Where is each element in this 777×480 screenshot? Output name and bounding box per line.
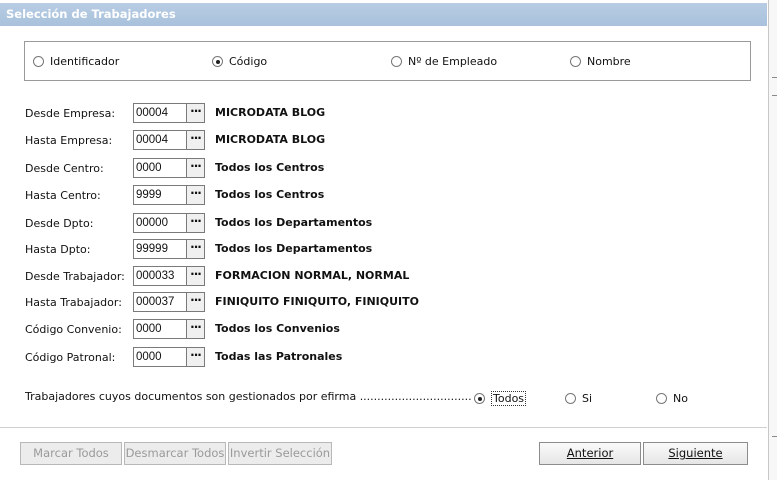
- lookup-button[interactable]: ···: [186, 158, 205, 178]
- radio-codigo[interactable]: Código: [212, 55, 267, 68]
- radio-nombre[interactable]: Nombre: [570, 55, 631, 68]
- radio-label: Todos: [491, 391, 527, 406]
- radio-label: No: [673, 392, 688, 405]
- invert-selection-button[interactable]: Invertir Selección: [228, 442, 332, 465]
- filter-row-hasta-empresa: Hasta Empresa: 00004 ··· MICRODATA BLOG: [25, 130, 725, 150]
- filter-description: FORMACION NORMAL, NORMAL: [215, 269, 410, 282]
- filter-description: FINIQUITO FINIQUITO, FINIQUITO: [215, 295, 420, 308]
- radio-indicator-selected: [212, 56, 223, 67]
- next-button-label: Siguiente: [668, 446, 723, 460]
- radio-indicator: [570, 56, 581, 67]
- lookup-button[interactable]: ···: [186, 185, 205, 205]
- filter-label: Desde Trabajador:: [25, 270, 125, 283]
- radio-label: Si: [582, 392, 593, 405]
- radio-label: Nombre: [587, 55, 631, 68]
- next-button[interactable]: Siguiente: [643, 442, 748, 465]
- filter-description: Todos los Departamentos: [215, 216, 373, 229]
- previous-button-label: Anterior: [566, 446, 614, 460]
- previous-button[interactable]: Anterior: [539, 442, 641, 465]
- filter-label: Hasta Dpto:: [25, 243, 91, 256]
- lookup-button[interactable]: ···: [186, 239, 205, 259]
- edge-tick: [772, 95, 777, 96]
- filter-row-desde-centro: Desde Centro: 0000 ··· Todos los Centros: [25, 158, 725, 178]
- filter-label: Desde Empresa:: [25, 107, 116, 120]
- radio-indicator: [391, 56, 402, 67]
- edge-tick: [772, 77, 777, 78]
- radio-efirma-no[interactable]: No: [656, 392, 688, 405]
- filter-description: Todos los Centros: [215, 188, 325, 201]
- filter-row-desde-trabajador: Desde Trabajador: 000033 ··· FORMACION N…: [25, 266, 725, 286]
- lookup-button[interactable]: ···: [186, 319, 205, 339]
- lookup-button[interactable]: ···: [186, 347, 205, 367]
- radio-label: Nº de Empleado: [408, 55, 498, 68]
- mark-all-button[interactable]: Marcar Todos: [20, 442, 122, 465]
- filter-label: Desde Dpto:: [25, 217, 94, 230]
- lookup-button[interactable]: ···: [186, 213, 205, 233]
- order-by-group: Identificador Código Nº de Empleado Nomb…: [24, 41, 751, 81]
- filter-description: MICRODATA BLOG: [215, 106, 326, 119]
- radio-label: Identificador: [50, 55, 120, 68]
- filter-label: Hasta Centro:: [25, 189, 101, 202]
- right-edge-panel: [768, 0, 777, 480]
- edge-tick: [772, 436, 777, 437]
- footer-separator: [0, 427, 767, 428]
- radio-indicator: [33, 56, 44, 67]
- filter-row-hasta-centro: Hasta Centro: 9999 ··· Todos los Centros: [25, 185, 725, 205]
- filter-label: Hasta Empresa:: [25, 134, 113, 147]
- filter-row-hasta-dpto: Hasta Dpto: 99999 ··· Todos los Departam…: [25, 239, 725, 259]
- filter-description: MICRODATA BLOG: [215, 133, 326, 146]
- lookup-button[interactable]: ···: [186, 266, 205, 286]
- filter-row-hasta-trabajador: Hasta Trabajador: 000037 ··· FINIQUITO F…: [25, 292, 725, 312]
- worker-selection-window: Selección de Trabajadores Identificador …: [0, 0, 777, 480]
- filter-label: Desde Centro:: [25, 162, 104, 175]
- filter-description: Todas las Patronales: [215, 350, 343, 363]
- filter-row-desde-empresa: Desde Empresa: 00004 ··· MICRODATA BLOG: [25, 103, 725, 123]
- radio-indicator-selected: [474, 393, 485, 404]
- lookup-button[interactable]: ···: [186, 103, 205, 123]
- filter-label: Hasta Trabajador:: [25, 296, 122, 309]
- radio-efirma-si[interactable]: Si: [565, 392, 592, 405]
- window-title: Selección de Trabajadores: [0, 3, 767, 26]
- unmark-all-button[interactable]: Desmarcar Todos: [124, 442, 226, 465]
- radio-indicator: [565, 393, 576, 404]
- lookup-button[interactable]: ···: [186, 292, 205, 312]
- radio-indicator: [656, 393, 667, 404]
- filter-label: Código Convenio:: [25, 323, 122, 336]
- radio-numero-empleado[interactable]: Nº de Empleado: [391, 55, 497, 68]
- radio-label: Código: [229, 55, 268, 68]
- efirma-label: Trabajadores cuyos documentos son gestio…: [25, 390, 472, 403]
- filter-row-codigo-patronal: Código Patronal: 0000 ··· Todas las Patr…: [25, 347, 725, 367]
- radio-efirma-todos[interactable]: Todos: [474, 391, 527, 406]
- filter-description: Todos los Convenios: [215, 322, 340, 335]
- radio-identificador[interactable]: Identificador: [33, 55, 119, 68]
- filter-description: Todos los Departamentos: [215, 242, 373, 255]
- filter-row-codigo-convenio: Código Convenio: 0000 ··· Todos los Conv…: [25, 319, 725, 339]
- filter-description: Todos los Centros: [215, 161, 325, 174]
- filter-label: Código Patronal:: [25, 351, 116, 364]
- filter-row-desde-dpto: Desde Dpto: 00000 ··· Todos los Departam…: [25, 213, 725, 233]
- lookup-button[interactable]: ···: [186, 130, 205, 150]
